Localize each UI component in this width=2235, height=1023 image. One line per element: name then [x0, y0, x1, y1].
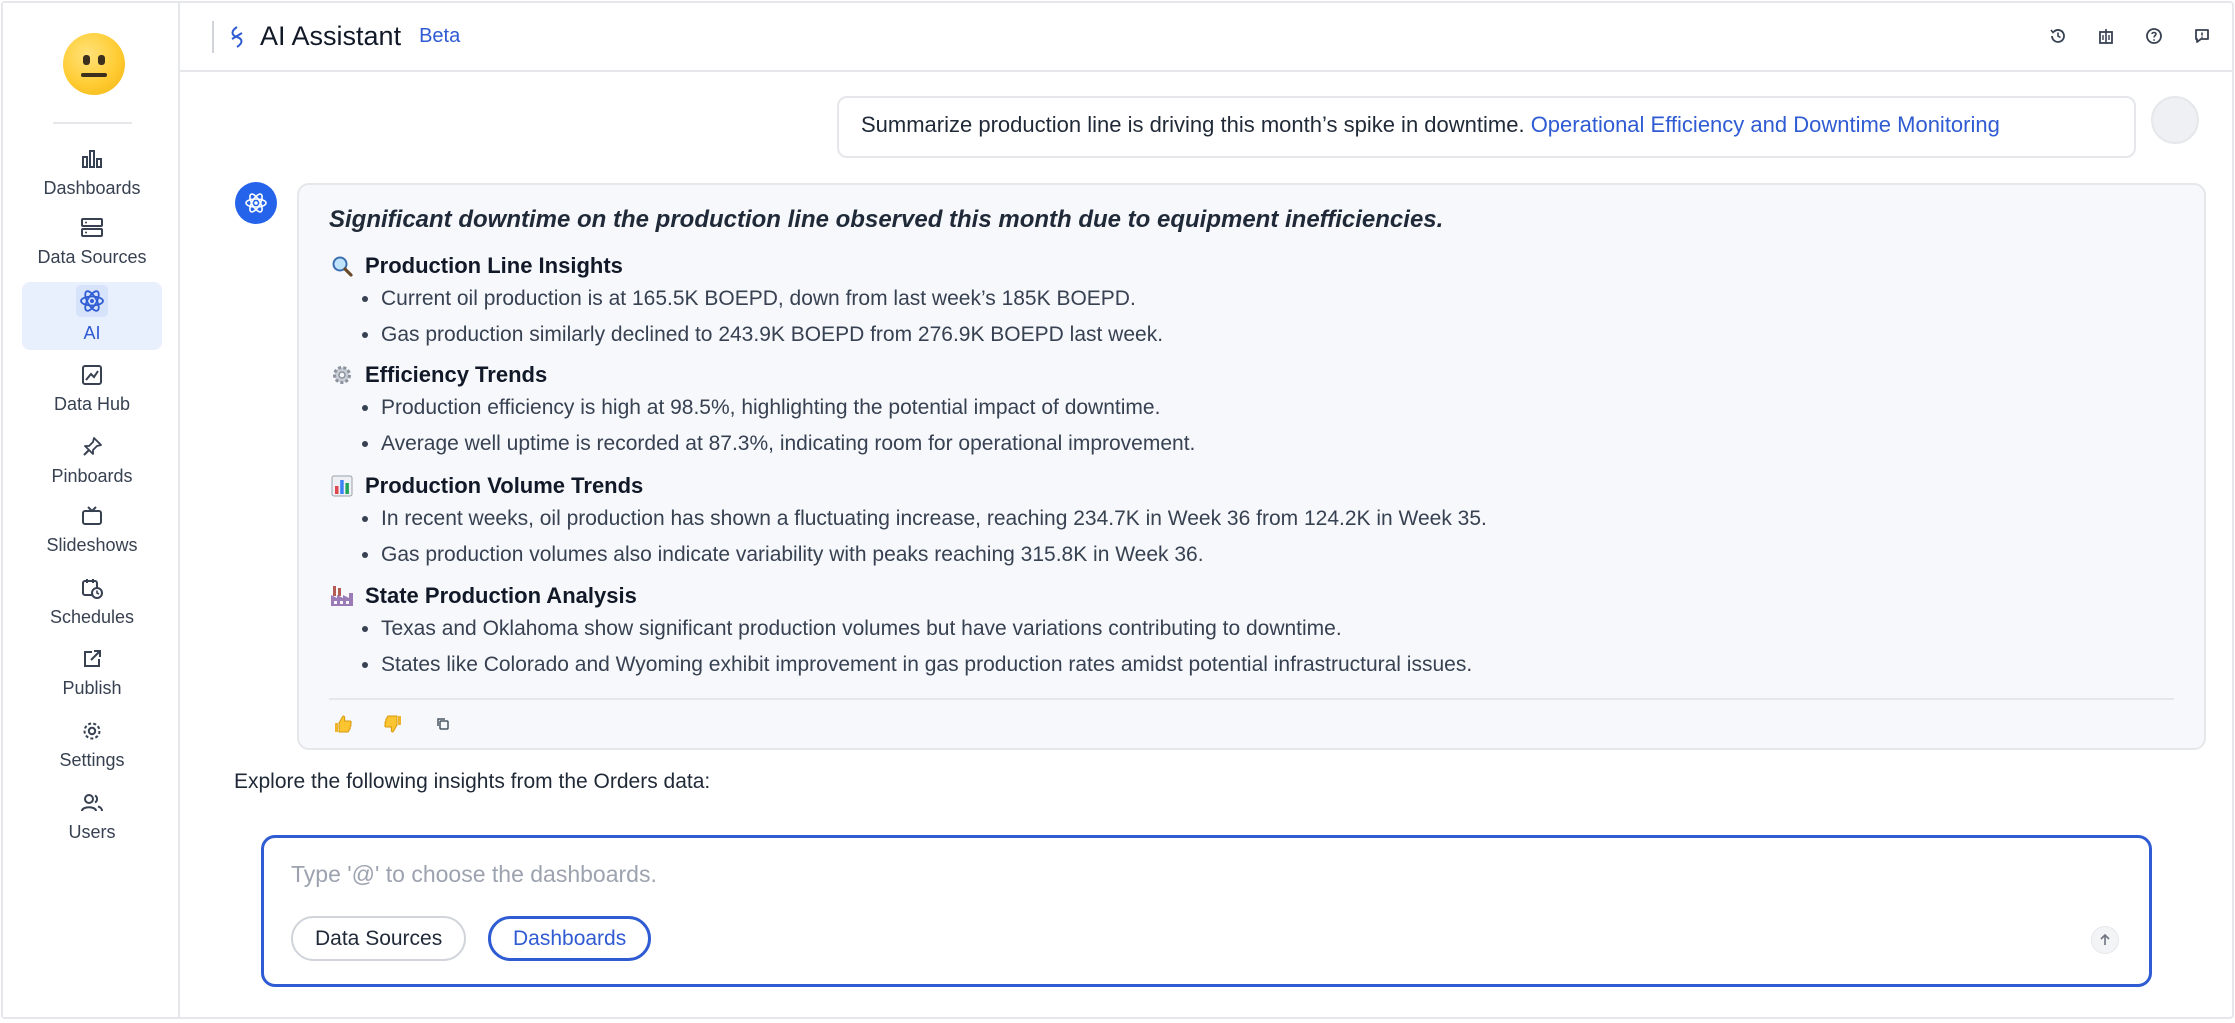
bullet-item: Average well uptime is recorded at 87.3%… [381, 426, 1195, 462]
tv-icon [79, 503, 105, 529]
help-icon[interactable] [2143, 25, 2164, 46]
top-header: AI Assistant Beta [180, 3, 2232, 72]
organization-icon[interactable] [2095, 25, 2116, 46]
thumbs-down-icon[interactable] [381, 712, 405, 736]
bullet-item: Current oil production is at 165.5K BOEP… [381, 281, 1163, 317]
sidebar-divider [53, 122, 132, 124]
sidebar-item-label: Slideshows [46, 535, 138, 555]
sidebar-item-label: AI [83, 323, 101, 343]
answer-section: Efficiency Trends Production efficiency … [329, 360, 1195, 462]
bullet-item: Texas and Oklahoma show significant prod… [381, 611, 1472, 647]
sidebar-item-label: Publish [62, 678, 122, 698]
bar-chart-icon [79, 146, 105, 172]
sidebar-item-label: Data Hub [53, 394, 131, 414]
history-icon[interactable] [2047, 25, 2068, 46]
answer-headline: Significant downtime on the production l… [329, 206, 1444, 233]
section-title: State Production Analysis [365, 583, 637, 608]
sidebar-item-label: Schedules [49, 607, 135, 627]
user-message-text: Summarize production line is driving thi… [861, 112, 1525, 137]
section-title: Production Line Insights [365, 253, 623, 278]
section-title: Efficiency Trends [365, 362, 548, 387]
sidebar-item-data-hub[interactable]: Data Hub [22, 353, 162, 421]
assistant-avatar-icon [235, 182, 277, 224]
sidebar-item-label: Users [68, 822, 116, 842]
header-actions [2047, 25, 2212, 46]
thumbs-up-icon[interactable] [331, 712, 355, 736]
sidebar-item-schedules[interactable]: Schedules [22, 566, 162, 634]
sidebar-item-slideshows[interactable]: Slideshows [22, 494, 162, 562]
bullet-item: Gas production similarly declined to 243… [381, 317, 1163, 353]
dashboard-link[interactable]: Operational Efficiency and Downtime Moni… [1531, 112, 2000, 137]
sidebar: Dashboards Data Sources AI Data Hub Pinb [3, 3, 180, 1017]
answer-section: State Production Analysis Texas and Okla… [329, 581, 1472, 683]
atom-icon [76, 285, 108, 317]
beta-badge: Beta [419, 25, 461, 47]
factory-icon [329, 583, 355, 609]
gear-icon [329, 362, 355, 388]
sidebar-item-data-sources[interactable]: Data Sources [22, 206, 162, 274]
answer-divider [329, 698, 2174, 700]
bar-chart-icon [329, 473, 355, 499]
sidebar-item-settings[interactable]: Settings [22, 709, 162, 777]
image-frame-icon [79, 362, 105, 388]
answer-feedback [331, 712, 455, 736]
send-button[interactable] [2091, 926, 2119, 954]
user-avatar [2151, 96, 2199, 144]
feedback-icon[interactable] [2191, 25, 2212, 46]
calendar-clock-icon [79, 575, 105, 601]
bullet-item: Gas production volumes also indicate var… [381, 537, 1487, 573]
sidebar-item-pinboards[interactable]: Pinboards [22, 425, 162, 493]
answer-section: Production Line Insights Current oil pro… [329, 251, 1163, 353]
ai-assistant-icon [228, 25, 248, 49]
users-icon [79, 790, 105, 816]
sidebar-item-ai[interactable]: AI [22, 282, 162, 350]
dashboards-chip[interactable]: Dashboards [488, 916, 652, 961]
assistant-answer: Significant downtime on the production l… [297, 183, 2206, 750]
gear-icon [79, 718, 105, 744]
sidebar-item-users[interactable]: Users [22, 781, 162, 849]
page-title: AI Assistant [260, 21, 402, 51]
header-divider [212, 20, 214, 53]
bullet-item: States like Colorado and Wyoming exhibit… [381, 647, 1472, 683]
sidebar-item-label: Settings [59, 750, 125, 770]
copy-icon[interactable] [431, 712, 455, 736]
section-title: Production Volume Trends [365, 473, 644, 498]
magnifier-icon [329, 253, 355, 279]
explore-text: Explore the following insights from the … [234, 770, 711, 793]
sidebar-item-label: Pinboards [51, 466, 133, 486]
user-message: Summarize production line is driving thi… [837, 96, 2136, 158]
app-window: Dashboards Data Sources AI Data Hub Pinb [1, 1, 2234, 1019]
answer-section: Production Volume Trends In recent weeks… [329, 471, 1487, 573]
sidebar-item-publish[interactable]: Publish [22, 637, 162, 705]
sidebar-item-label: Data Sources [37, 247, 147, 267]
chat-input[interactable] [291, 856, 1991, 892]
logo-emoji-icon[interactable] [63, 33, 125, 95]
server-icon [79, 215, 105, 241]
sidebar-item-label: Dashboards [43, 178, 141, 198]
sidebar-item-dashboards[interactable]: Dashboards [22, 137, 162, 205]
bullet-item: Production efficiency is high at 98.5%, … [381, 390, 1195, 426]
pin-icon [79, 434, 105, 460]
share-icon [79, 646, 105, 672]
data-sources-chip[interactable]: Data Sources [291, 916, 467, 961]
chat-composer: Data Sources Dashboards [261, 835, 2152, 987]
bullet-item: In recent weeks, oil production has show… [381, 501, 1487, 537]
